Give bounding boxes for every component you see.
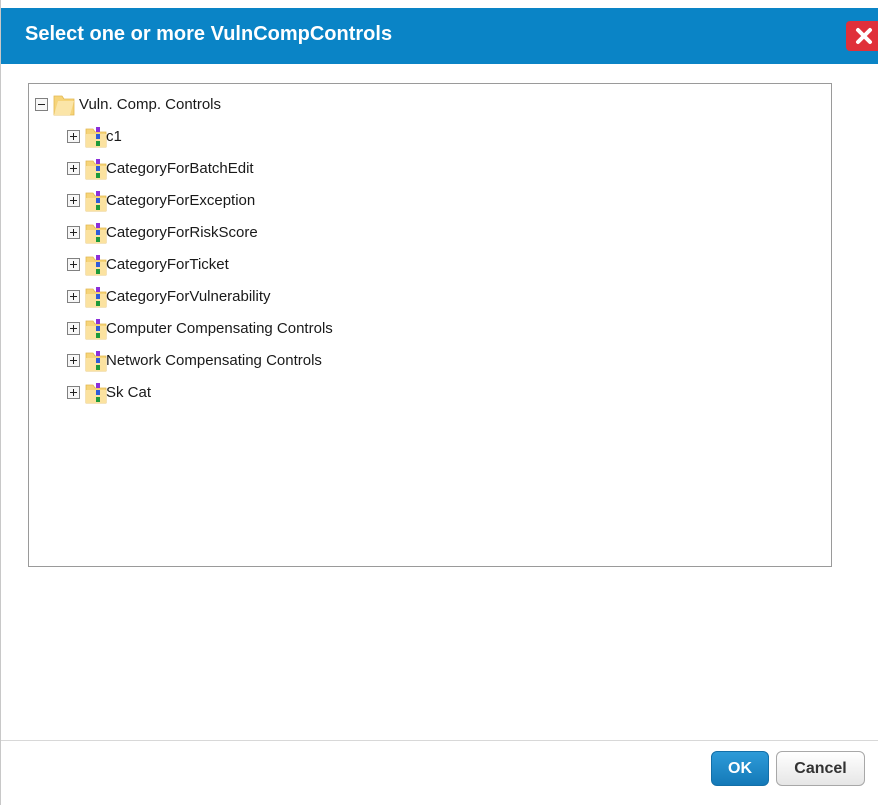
category-icon [96,255,100,274]
category-icon [96,223,100,242]
plus-box-icon[interactable] [67,162,80,175]
tree-node-label[interactable]: CategoryForBatchEdit [106,160,254,177]
tree-node-label[interactable]: Vuln. Comp. Controls [79,96,221,113]
plus-box-icon[interactable] [67,290,80,303]
category-icon [96,383,100,402]
category-icon [96,159,100,178]
select-dialog: Select one or more VulnCompControls Vuln… [0,0,878,805]
category-icon [96,319,100,338]
dialog-title: Select one or more VulnCompControls [25,23,393,45]
tree-node-label[interactable]: CategoryForRiskScore [106,224,258,241]
tree-node-label[interactable]: CategoryForTicket [106,256,229,273]
category-icon [96,351,100,370]
close-button[interactable] [846,21,878,51]
close-icon [856,28,872,44]
tree-node-label[interactable]: CategoryForException [106,192,255,209]
tree-node-label[interactable]: c1 [106,128,122,145]
tree-node-label[interactable]: Computer Compensating Controls [106,320,333,337]
dialog-title-bar: Select one or more VulnCompControls [1,8,878,64]
ok-button[interactable]: OK [711,751,769,786]
tree-node-label[interactable]: Sk Cat [106,384,151,401]
plus-box-icon[interactable] [67,386,80,399]
tree-node-label[interactable]: CategoryForVulnerability [106,288,271,305]
plus-box-icon[interactable] [67,322,80,335]
category-icon [96,287,100,306]
plus-box-icon[interactable] [67,354,80,367]
folder-open-icon [53,95,75,116]
category-icon [96,127,100,146]
plus-box-icon[interactable] [67,258,80,271]
plus-box-icon[interactable] [67,226,80,239]
category-icon [96,191,100,210]
footer-divider [1,740,878,741]
cancel-button[interactable]: Cancel [776,751,865,786]
minus-box-icon[interactable] [35,98,48,111]
plus-box-icon[interactable] [67,194,80,207]
category-tree[interactable]: Vuln. Comp. Controls c1 CategoryForBatch… [28,83,832,567]
tree-node-label[interactable]: Network Compensating Controls [106,352,322,369]
plus-box-icon[interactable] [67,130,80,143]
